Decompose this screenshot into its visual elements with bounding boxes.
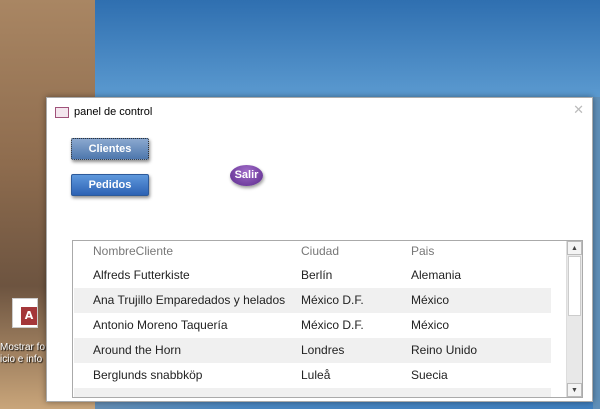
list-item[interactable]: Around the Horn Londres Reino Unido <box>74 338 551 363</box>
column-header-pais: Pais <box>411 244 435 258</box>
cell-pais: Suecia <box>411 368 448 382</box>
window-title: panel de control <box>74 106 153 118</box>
clientes-listbox[interactable]: NombreCliente Ciudad Pais Alfreds Futter… <box>72 240 583 398</box>
cell-ciudad: Berlín <box>301 268 333 282</box>
form-icon <box>55 107 69 118</box>
desktop-wallpaper <box>593 97 600 409</box>
list-item[interactable]: Berglunds snabbköp Luleå Suecia <box>74 363 551 388</box>
cell-nombre: Antonio Moreno Taquería <box>93 318 228 332</box>
cell-ciudad: Londres <box>301 343 345 357</box>
scrollbar-thumb[interactable] <box>568 256 581 316</box>
close-button[interactable]: ✕ <box>573 103 584 118</box>
cell-nombre: Berglunds snabbköp <box>93 368 203 382</box>
desktop-wallpaper-sky <box>95 0 600 97</box>
column-header-nombrecliente: NombreCliente <box>93 244 174 258</box>
cell-nombre: Ana Trujillo Emparedados y helados <box>93 293 286 307</box>
scroll-down-arrow-icon[interactable]: ▼ <box>567 383 582 397</box>
list-item[interactable]: Alfreds Futterkiste Berlín Alemania <box>74 263 551 288</box>
list-item[interactable]: Antonio Moreno Taquería México D.F. Méxi… <box>74 313 551 338</box>
pedidos-button[interactable]: Pedidos <box>71 174 149 196</box>
panel-de-control-window: panel de control ✕ Clientes Pedidos Sali… <box>46 97 593 402</box>
access-file-icon: A <box>12 298 38 328</box>
salir-button[interactable]: Salir <box>230 165 263 186</box>
cell-ciudad: México D.F. <box>301 293 364 307</box>
column-header-ciudad: Ciudad <box>301 244 340 258</box>
cell-pais: México <box>411 318 450 332</box>
list-item-partial[interactable] <box>74 388 551 397</box>
cell-pais: Reino Unido <box>411 343 478 357</box>
cell-nombre: Around the Horn <box>93 343 182 357</box>
vertical-scrollbar[interactable]: ▲ ▼ <box>566 241 582 397</box>
scroll-up-arrow-icon[interactable]: ▲ <box>567 241 582 255</box>
cell-nombre: Alfreds Futterkiste <box>93 268 190 282</box>
cell-ciudad: Luleå <box>301 368 331 382</box>
list-header: NombreCliente Ciudad Pais <box>74 241 551 264</box>
cell-ciudad: México D.F. <box>301 318 364 332</box>
cell-pais: Alemania <box>411 268 462 282</box>
cell-pais: México <box>411 293 450 307</box>
clientes-button[interactable]: Clientes <box>71 138 149 160</box>
list-item[interactable]: Ana Trujillo Emparedados y helados Méxic… <box>74 288 551 313</box>
